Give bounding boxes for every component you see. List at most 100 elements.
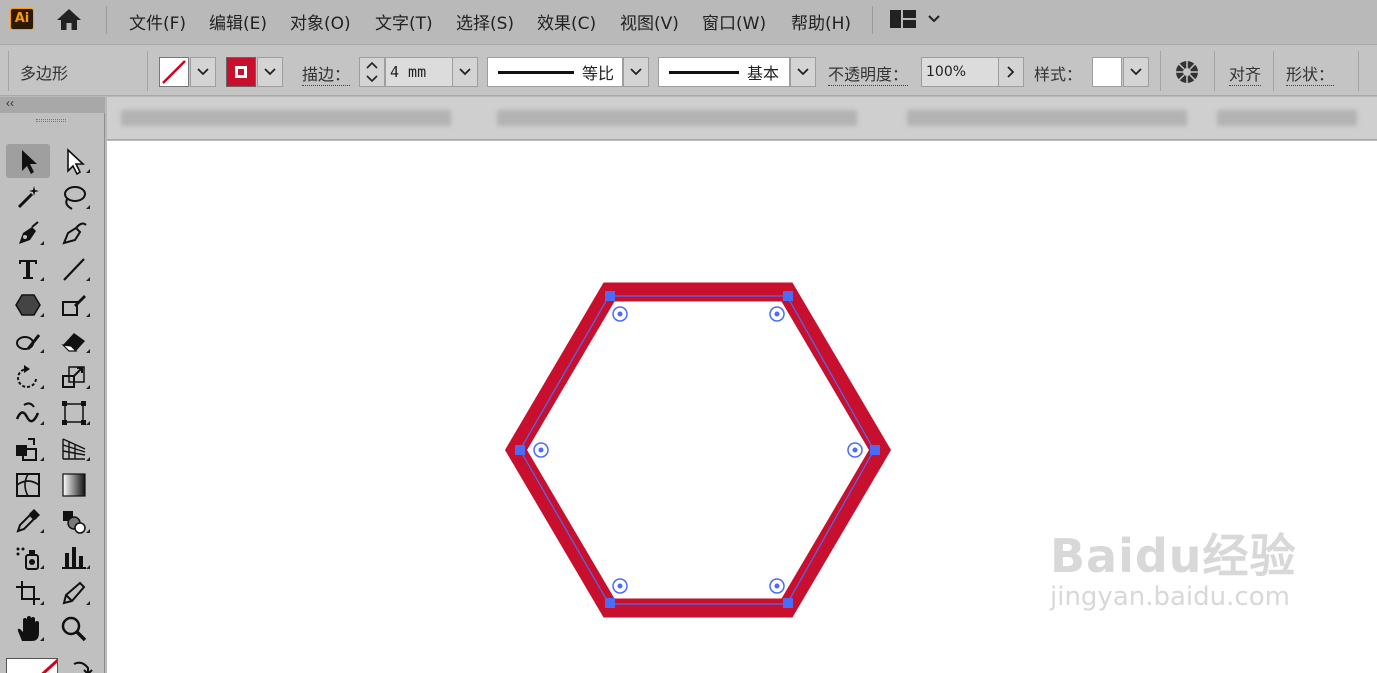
shape-link[interactable]: 形状： [1286, 61, 1335, 86]
menu-bar: Ai 文件(F) 编辑(E) 对象(O) 文字(T) 选择(S) 效果(C) 视… [0, 0, 1377, 40]
shaper-tool[interactable] [52, 288, 96, 322]
hand-tool[interactable] [6, 612, 50, 646]
warp-icon [15, 402, 40, 423]
chevron-down-icon [459, 68, 471, 76]
control-divider [1214, 51, 1215, 91]
artboard-tool[interactable] [6, 576, 50, 610]
magic-wand-tool[interactable] [6, 180, 50, 214]
curvature-tool[interactable] [52, 216, 96, 250]
mesh-tool[interactable] [6, 468, 50, 502]
stroke-weight-input[interactable]: 4 mm [385, 57, 453, 87]
paintbrush-tool[interactable] [6, 324, 50, 358]
symbol-sprayer-tool[interactable] [6, 540, 50, 574]
menu-view[interactable]: 视图(V) [620, 9, 679, 34]
stroke-weight-stepper[interactable] [359, 57, 385, 87]
style-label: 样式： [1034, 65, 1083, 84]
menu-type[interactable]: 文字(T) [375, 9, 433, 34]
gradient-tool[interactable] [52, 468, 96, 502]
document-tab-blurred[interactable] [497, 110, 857, 126]
eraser-icon [61, 333, 85, 352]
column-graph-tool[interactable] [52, 540, 96, 574]
profile-line-preview [498, 70, 574, 74]
document-tab-blurred[interactable] [907, 110, 1187, 126]
menu-file[interactable]: 文件(F) [129, 9, 186, 34]
scale-tool[interactable] [52, 360, 96, 394]
menu-window[interactable]: 窗口(W) [702, 9, 766, 34]
object-type-label: 多边形 [20, 64, 69, 83]
direct-selection-tool[interactable] [52, 144, 96, 178]
blend-tool[interactable] [52, 504, 96, 538]
menu-select[interactable]: 选择(S) [456, 9, 514, 34]
chevron-right-icon [1007, 66, 1015, 78]
fill-indicator[interactable] [6, 658, 58, 673]
control-divider [1160, 51, 1161, 91]
document-tab-blurred[interactable] [121, 110, 451, 126]
lasso-tool[interactable] [52, 180, 96, 214]
stroke-dropdown[interactable] [257, 57, 283, 87]
brush-definition[interactable]: 基本 [658, 57, 790, 87]
toolbar-grip[interactable] [36, 119, 66, 122]
watermark-url: jingyan.baidu.com [1050, 582, 1290, 612]
style-dropdown[interactable] [1123, 57, 1149, 87]
line-segment-tool[interactable] [52, 252, 96, 286]
graphic-style-swatch[interactable] [1092, 57, 1122, 87]
menu-help[interactable]: 帮助(H) [791, 9, 851, 34]
shaper-icon [62, 295, 86, 316]
menu-object[interactable]: 对象(O) [290, 9, 351, 34]
type-tool[interactable] [6, 252, 50, 286]
chevron-down-icon [928, 15, 940, 23]
hexagon-shape[interactable] [504, 282, 892, 618]
variable-width-profile[interactable]: 等比 [487, 57, 623, 87]
type-t-icon [19, 260, 37, 279]
collapse-toolbar-button[interactable]: ‹‹ [6, 96, 14, 110]
stepper-arrows-icon [366, 61, 378, 83]
eyedropper-tool[interactable] [6, 504, 50, 538]
chevron-down-icon [630, 68, 642, 76]
perspective-grid-tool[interactable] [52, 432, 96, 466]
slice-knife-icon [62, 581, 86, 605]
rotate-tool[interactable] [6, 360, 50, 394]
eraser-tool[interactable] [52, 324, 96, 358]
home-icon [57, 9, 81, 30]
opacity-input[interactable]: 100% [921, 57, 999, 87]
swap-fill-stroke-button[interactable] [68, 658, 96, 673]
watermark: Baidu经验 jingyan.baidu.com [1050, 520, 1297, 612]
slice-tool[interactable] [52, 576, 96, 610]
watermark-title: Baidu经验 [1050, 529, 1297, 583]
hand-icon [17, 616, 39, 641]
stroke-weight-dropdown[interactable] [452, 57, 478, 87]
stroke-label[interactable]: 描边： [302, 61, 351, 86]
menu-edit[interactable]: 编辑(E) [209, 9, 267, 34]
rotate-icon [17, 365, 37, 388]
profile-dropdown[interactable] [623, 57, 649, 87]
free-transform-tool[interactable] [52, 396, 96, 430]
home-button[interactable] [54, 6, 84, 32]
selection-tool[interactable] [6, 144, 50, 178]
fill-swatch[interactable] [159, 57, 189, 87]
control-divider [8, 51, 9, 91]
align-link[interactable]: 对齐 [1229, 61, 1262, 86]
zoom-tool[interactable] [52, 612, 96, 646]
workspace-switcher[interactable] [890, 8, 946, 30]
no-fill-icon [162, 60, 186, 84]
control-bar: 多边形 描边： 4 mm 等比 基本 不透明度： 100% 样式： 对齐 形状： [0, 44, 1377, 96]
tools-panel [0, 113, 105, 673]
chevron-down-icon [797, 68, 809, 76]
document-tab-blurred[interactable] [1217, 110, 1357, 126]
menu-effect[interactable]: 效果(C) [537, 9, 596, 34]
pen-tool[interactable] [6, 216, 50, 250]
brush-dropdown[interactable] [790, 57, 816, 87]
paintbrush-icon [16, 334, 41, 350]
recolor-artwork-button[interactable] [1174, 59, 1200, 85]
workspace-layout-icon [890, 10, 916, 28]
stroke-swatch[interactable] [226, 57, 256, 87]
opacity-expand-button[interactable] [998, 57, 1024, 87]
shape-builder-tool[interactable] [6, 432, 50, 466]
opacity-label[interactable]: 不透明度： [828, 61, 909, 86]
document-tab-bar [107, 97, 1377, 140]
warp-tool[interactable] [6, 396, 50, 430]
fill-dropdown[interactable] [190, 57, 216, 87]
polygon-tool[interactable] [6, 288, 50, 322]
hexagon-icon [15, 294, 41, 316]
selection-arrow-icon [22, 150, 37, 174]
